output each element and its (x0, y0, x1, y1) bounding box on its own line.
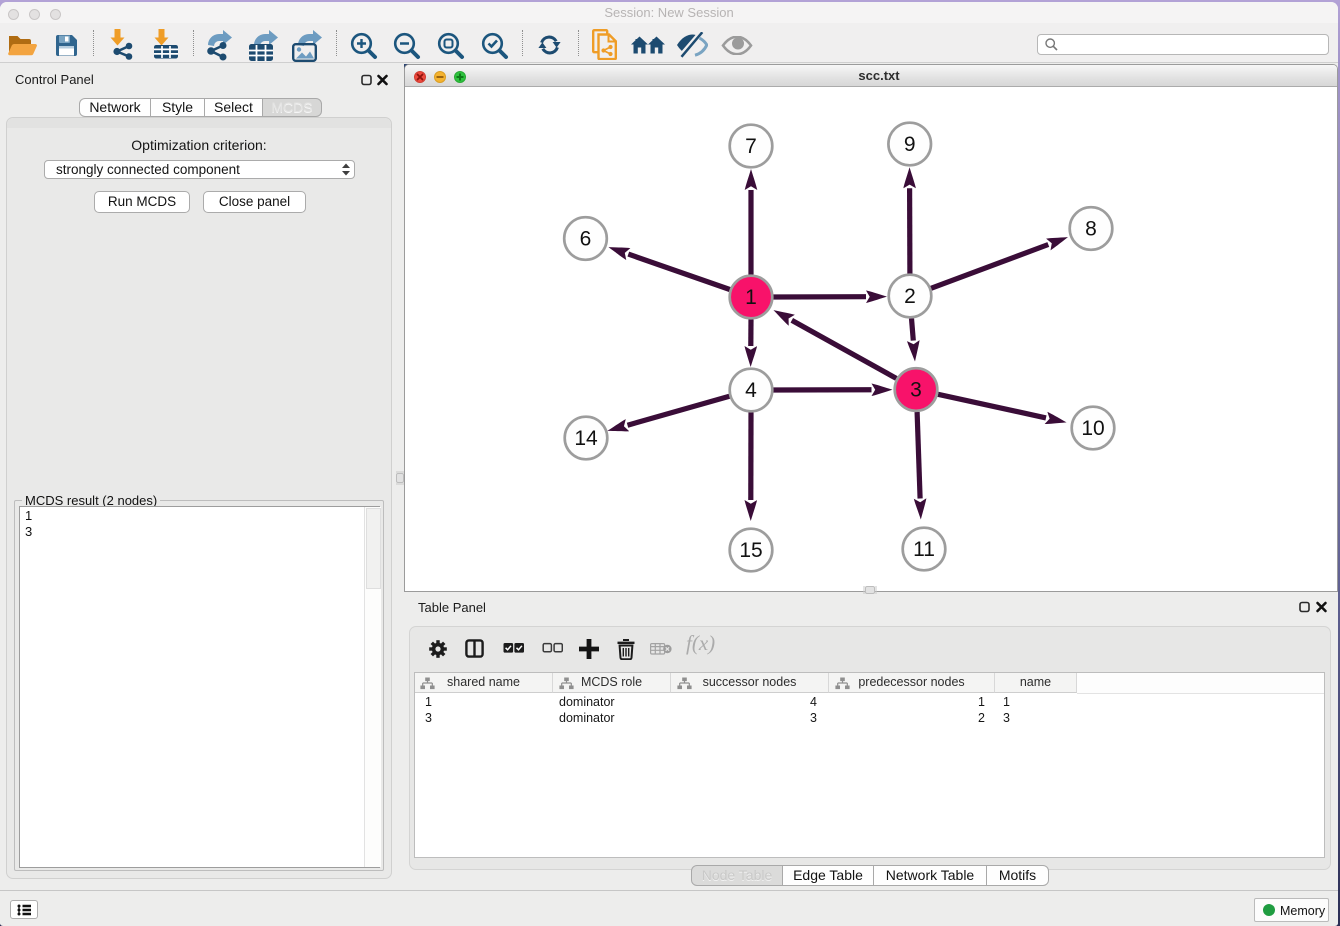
svg-text:10: 10 (1081, 417, 1104, 440)
svg-text:2: 2 (904, 285, 916, 308)
svg-text:4: 4 (745, 379, 757, 402)
svg-text:14: 14 (574, 427, 598, 450)
svg-text:15: 15 (739, 539, 762, 562)
svg-text:11: 11 (913, 538, 935, 561)
svg-text:7: 7 (745, 135, 757, 158)
svg-text:9: 9 (904, 133, 916, 156)
svg-text:8: 8 (1085, 218, 1097, 241)
svg-text:1: 1 (745, 286, 757, 309)
svg-text:3: 3 (910, 379, 922, 402)
svg-text:6: 6 (580, 228, 592, 251)
